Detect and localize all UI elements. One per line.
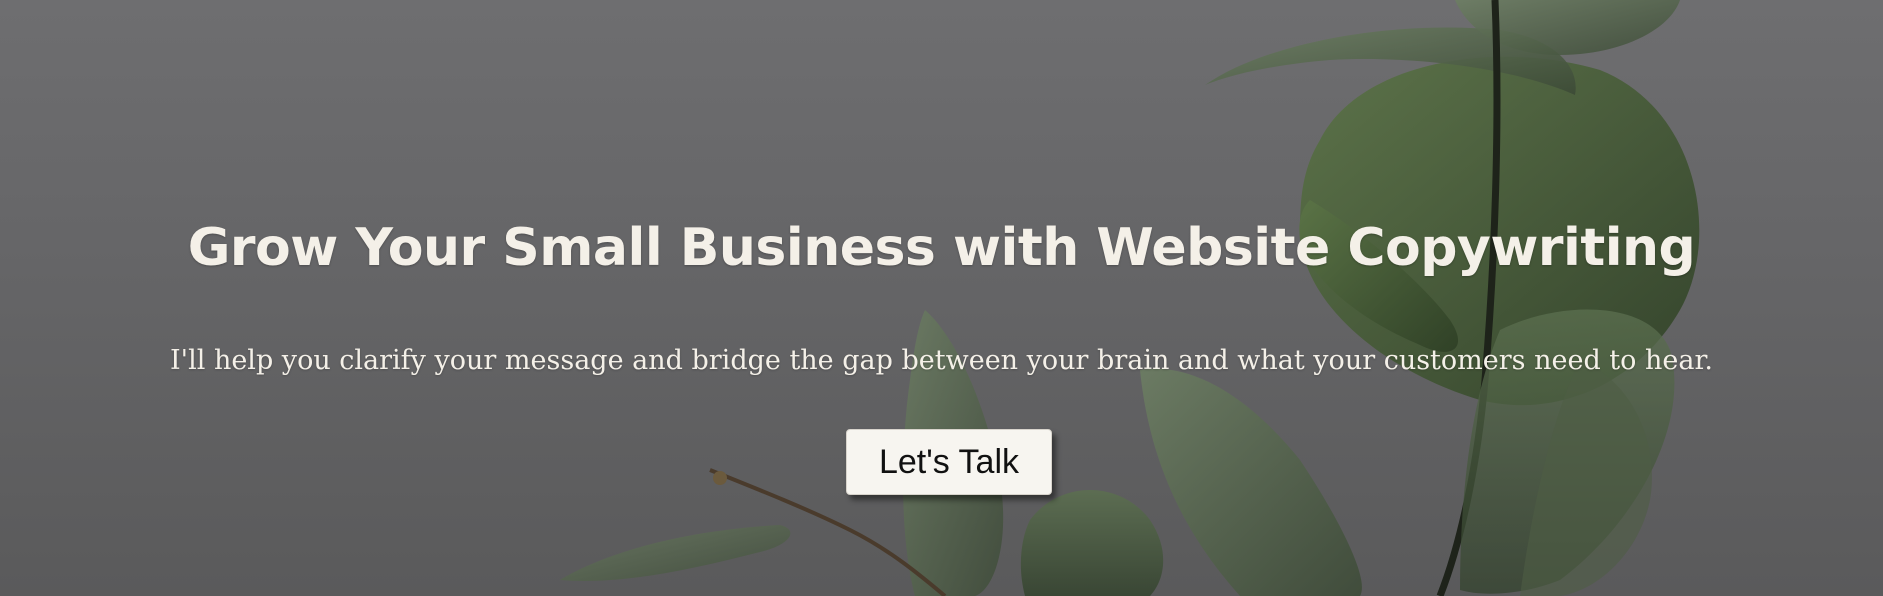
lets-talk-button[interactable]: Let's Talk <box>846 429 1052 495</box>
hero-headline: Grow Your Small Business with Website Co… <box>187 218 1696 278</box>
hero-subheadline: I'll help you clarify your message and b… <box>170 345 1713 376</box>
hero-section: Grow Your Small Business with Website Co… <box>0 0 1883 596</box>
hero-content: Grow Your Small Business with Website Co… <box>0 0 1883 596</box>
